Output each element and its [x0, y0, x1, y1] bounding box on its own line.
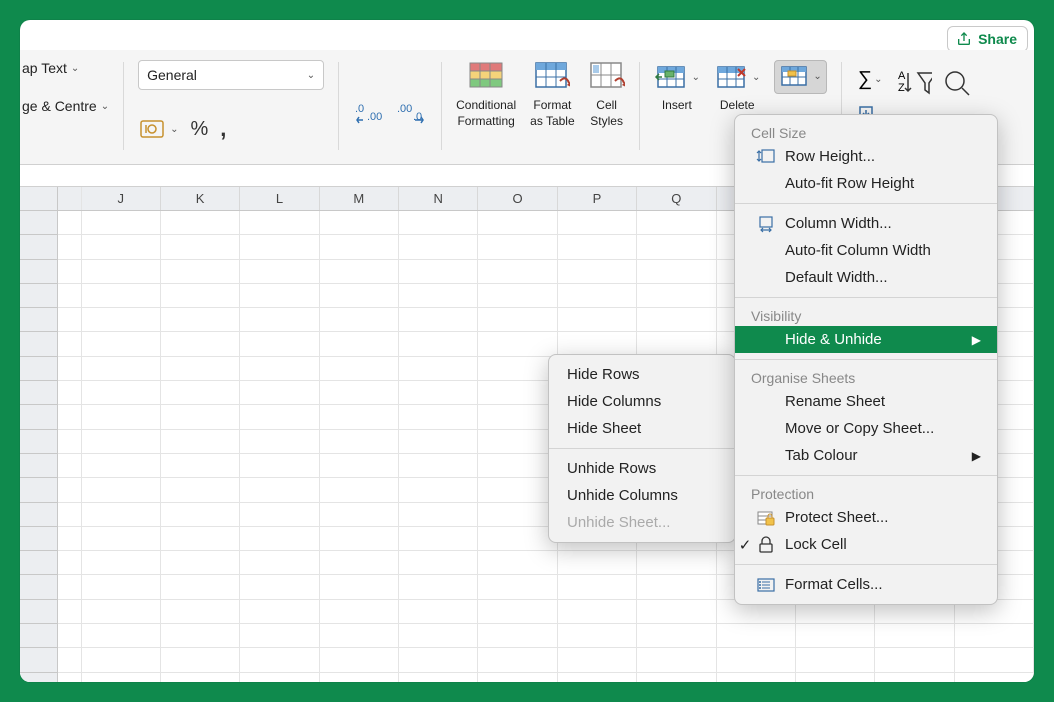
sort-filter-button[interactable]: AZ	[896, 66, 932, 102]
find-icon	[940, 66, 976, 102]
conditional-formatting-button[interactable]: Conditional Formatting	[456, 60, 516, 129]
format-as-table-button[interactable]: Format as Table	[530, 60, 574, 129]
col-header-Q[interactable]: Q	[637, 187, 716, 210]
rename-sheet-item[interactable]: Rename Sheet	[735, 388, 997, 415]
row-height-item[interactable]: Row Height...	[735, 143, 997, 170]
select-all-corner[interactable]	[20, 187, 58, 210]
share-button[interactable]: Share	[947, 26, 1028, 52]
decrease-decimal-icon: .00.0	[397, 102, 425, 124]
col-header-L[interactable]: L	[240, 187, 319, 210]
number-group: General ⌄ ⌄ % ,	[128, 60, 334, 155]
column-width-icon	[755, 214, 777, 234]
styles-group: Conditional Formatting Format as Table C…	[446, 60, 635, 155]
hide-columns-item[interactable]: Hide Columns	[549, 388, 735, 415]
col-header-K[interactable]: K	[161, 187, 240, 210]
app-frame: Share ap Text ⌄ ge & Centre ⌄ General ⌄	[20, 20, 1034, 682]
chevron-down-icon: ⌄	[813, 71, 821, 83]
chevron-down-icon: ⌄	[101, 101, 109, 112]
conditional-formatting-icon	[468, 60, 504, 96]
column-width-item[interactable]: Column Width...	[735, 210, 997, 237]
svg-text:.0: .0	[413, 111, 422, 123]
delete-icon	[714, 60, 750, 96]
chevron-down-icon: ⌄	[692, 72, 700, 84]
increase-decimal-button[interactable]: .0.00	[353, 100, 385, 126]
unhide-sheet-item: Unhide Sheet...	[549, 509, 735, 536]
accounting-icon	[140, 119, 168, 139]
delete-button[interactable]: ⌄ Delete	[714, 60, 760, 112]
hide-unhide-item[interactable]: Hide & Unhide▶	[735, 326, 997, 353]
decimal-group: .0.00 .00.0	[343, 60, 437, 155]
hide-rows-item[interactable]: Hide Rows	[549, 361, 735, 388]
percent-button[interactable]: %	[189, 116, 211, 143]
svg-text:A: A	[898, 70, 906, 82]
format-icon	[779, 63, 811, 91]
insert-button[interactable]: ⌄ Insert	[654, 60, 700, 112]
chevron-down-icon: ⌄	[71, 63, 79, 74]
separator	[338, 62, 339, 150]
tab-colour-item[interactable]: Tab Colour▶	[735, 442, 997, 469]
wrap-text-button[interactable]: ap Text ⌄	[22, 60, 79, 76]
separator	[441, 62, 442, 150]
hide-sheet-item[interactable]: Hide Sheet	[549, 415, 735, 442]
checkmark-icon: ✓	[737, 536, 753, 554]
lock-cell-item[interactable]: ✓ Lock Cell	[735, 531, 997, 558]
unhide-rows-item[interactable]: Unhide Rows	[549, 455, 735, 482]
section-protection: Protection	[735, 482, 997, 504]
find-select-button[interactable]	[940, 66, 976, 102]
autofit-row-height-item[interactable]: Auto-fit Row Height	[735, 170, 997, 197]
comma-button[interactable]: ,	[218, 114, 228, 144]
svg-text:Z: Z	[898, 82, 905, 94]
chevron-down-icon: ⌄	[307, 70, 315, 81]
col-header-J[interactable]: J	[82, 187, 161, 210]
share-icon	[956, 31, 972, 47]
accounting-format-button[interactable]: ⌄	[138, 117, 180, 141]
format-cells-item[interactable]: Format Cells...	[735, 571, 997, 598]
cell-styles-icon	[589, 60, 625, 96]
chevron-down-icon: ⌄	[874, 74, 882, 85]
merge-centre-button[interactable]: ge & Centre ⌄	[22, 98, 109, 114]
decrease-decimal-button[interactable]: .00.0	[395, 100, 427, 126]
move-copy-sheet-item[interactable]: Move or Copy Sheet...	[735, 415, 997, 442]
default-width-item[interactable]: Default Width...	[735, 264, 997, 291]
section-cell-size: Cell Size	[735, 121, 997, 143]
row-height-icon	[755, 147, 777, 167]
protect-sheet-item[interactable]: Protect Sheet...	[735, 504, 997, 531]
hide-unhide-submenu: Hide Rows Hide Columns Hide Sheet Unhide…	[548, 354, 736, 543]
format-cells-icon	[755, 575, 777, 595]
col-header-M[interactable]: M	[320, 187, 399, 210]
unhide-columns-item[interactable]: Unhide Columns	[549, 482, 735, 509]
svg-text:.00: .00	[367, 111, 382, 123]
format-dropdown-menu: Cell Size Row Height... Auto-fit Row Hei…	[734, 114, 998, 605]
lock-icon	[755, 535, 777, 555]
section-organise: Organise Sheets	[735, 366, 997, 388]
share-label: Share	[978, 31, 1017, 47]
number-format-select[interactable]: General ⌄	[138, 60, 324, 90]
protect-sheet-icon	[755, 508, 777, 528]
increase-decimal-icon: .0.00	[355, 102, 383, 124]
section-visibility: Visibility	[735, 304, 997, 326]
autofit-column-width-item[interactable]: Auto-fit Column Width	[735, 237, 997, 264]
sort-filter-icon: AZ	[896, 66, 932, 102]
insert-icon	[654, 60, 690, 96]
svg-text:.0: .0	[355, 103, 364, 115]
alignment-group: ap Text ⌄ ge & Centre ⌄	[20, 60, 119, 155]
format-table-icon	[534, 60, 570, 96]
autosum-button[interactable]: ∑⌄	[856, 66, 888, 93]
submenu-arrow-icon: ▶	[972, 333, 981, 347]
col-header-N[interactable]: N	[399, 187, 478, 210]
col-header-O[interactable]: O	[478, 187, 557, 210]
svg-text:.00: .00	[397, 103, 412, 115]
chevron-down-icon: ⌄	[170, 124, 178, 135]
submenu-arrow-icon: ▶	[972, 449, 981, 463]
chevron-down-icon: ⌄	[752, 72, 760, 84]
separator	[639, 62, 640, 150]
cell-styles-button[interactable]: Cell Styles	[589, 60, 625, 129]
format-button[interactable]: ⌄	[774, 60, 826, 112]
col-header-P[interactable]: P	[558, 187, 637, 210]
separator	[123, 62, 124, 150]
